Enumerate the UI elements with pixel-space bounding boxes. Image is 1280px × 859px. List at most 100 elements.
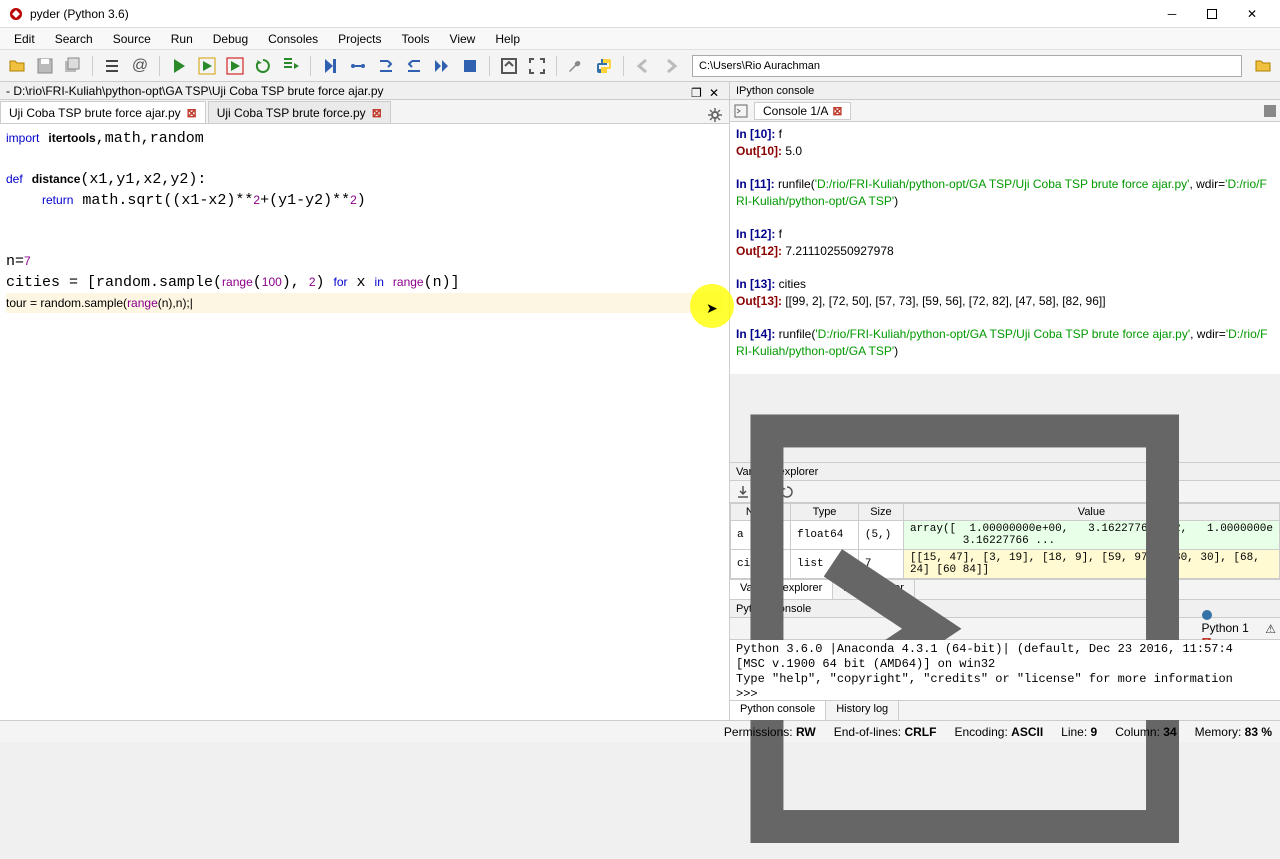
forward-icon [662, 57, 680, 75]
menu-consoles[interactable]: Consoles [258, 30, 328, 48]
python-console-pane: Python console Python 1 ⊠ ⚠ Python 3.6.0… [730, 599, 1280, 720]
maximize-button[interactable] [1192, 2, 1232, 26]
browse-button[interactable] [1250, 53, 1276, 79]
list-button[interactable] [99, 53, 125, 79]
ipython-pane-title: IPython console [730, 82, 1280, 100]
close-icon[interactable]: ⊠ [832, 104, 842, 118]
console-open-icon[interactable] [734, 104, 748, 118]
maximize-pane-button[interactable] [496, 53, 522, 79]
editor-pane: - D:\rio\FRI-Kuliah\python-opt\GA TSP\Uj… [0, 82, 730, 720]
menu-edit[interactable]: Edit [4, 30, 45, 48]
titlebar: pyder (Python 3.6) ─ ✕ [0, 0, 1280, 28]
menu-debug[interactable]: Debug [203, 30, 258, 48]
editor-tabs: Uji Coba TSP brute force ajar.py ⊠ Uji C… [0, 100, 729, 124]
workdir-input-wrap [692, 55, 1242, 77]
editor-file-path: - D:\rio\FRI-Kuliah\python-opt\GA TSP\Uj… [6, 82, 384, 100]
step-icon [349, 57, 367, 75]
close-icon[interactable]: ⊠ [372, 106, 382, 120]
rerun-button[interactable] [250, 53, 276, 79]
editor-tab-1[interactable]: Uji Coba TSP brute force ajar.py ⊠ [0, 101, 206, 123]
forward-button[interactable] [658, 53, 684, 79]
editor-tab-2-label: Uji Coba TSP brute force.py [217, 106, 366, 120]
menu-source[interactable]: Source [103, 30, 161, 48]
folder-open-icon [1254, 57, 1272, 75]
editor-tab-2[interactable]: Uji Coba TSP brute force.py ⊠ [208, 101, 391, 123]
app-icon [8, 6, 24, 22]
tab-python-console[interactable]: Python console [730, 701, 826, 720]
saveall-button[interactable] [60, 53, 86, 79]
save-button[interactable] [32, 53, 58, 79]
console-open-icon[interactable] [734, 398, 1195, 859]
python-icon [1201, 609, 1213, 621]
gear-icon[interactable] [707, 107, 723, 123]
step-out-button[interactable] [401, 53, 427, 79]
debug-icon [321, 57, 339, 75]
python-console[interactable]: Python 3.6.0 |Anaconda 4.3.1 (64-bit)| (… [730, 640, 1280, 700]
menu-tools[interactable]: Tools [392, 30, 440, 48]
menu-search[interactable]: Search [45, 30, 103, 48]
stop-button[interactable] [457, 53, 483, 79]
play-cell-next-icon [226, 57, 244, 75]
close-icon[interactable]: ⊠ [187, 106, 197, 120]
folder-icon [8, 57, 26, 75]
run-cell-advance-button[interactable] [222, 53, 248, 79]
maximize-icon [500, 57, 518, 75]
back-icon [634, 57, 652, 75]
pyconsole-tab-label: Python 1 [1201, 621, 1248, 635]
play-cell-icon [198, 57, 216, 75]
back-button[interactable] [630, 53, 656, 79]
toolbar: @ [0, 50, 1280, 82]
editor-path-bar: - D:\rio\FRI-Kuliah\python-opt\GA TSP\Uj… [0, 82, 729, 100]
right-pane: IPython console Console 1/A ⊠ In [10]: f… [730, 82, 1280, 720]
at-icon: @ [132, 57, 148, 75]
ipython-tab[interactable]: Console 1/A ⊠ [754, 102, 851, 120]
ipython-console[interactable]: In [10]: f Out[10]: 5.0 In [11]: runfile… [730, 122, 1280, 374]
at-button[interactable]: @ [127, 53, 153, 79]
fullscreen-icon [528, 57, 546, 75]
editor-tab-1-label: Uji Coba TSP brute force ajar.py [9, 106, 181, 120]
editor-close-icon[interactable]: ✕ [709, 84, 723, 98]
menu-run[interactable]: Run [161, 30, 203, 48]
reload-icon [254, 57, 272, 75]
python-icon [595, 57, 613, 75]
pyconsole-tabs: Python 1 ⊠ ⚠ [730, 618, 1280, 640]
ipython-tab-label: Console 1/A [763, 104, 828, 118]
menu-projects[interactable]: Projects [328, 30, 391, 48]
menu-view[interactable]: View [440, 30, 486, 48]
ipython-tabs: Console 1/A ⊠ [730, 100, 1280, 122]
pyconsole-bottom-tabs: Python console History log [730, 700, 1280, 720]
run-button[interactable] [166, 53, 192, 79]
continue-button[interactable] [429, 53, 455, 79]
fullscreen-button[interactable] [524, 53, 550, 79]
pythonpath-button[interactable] [591, 53, 617, 79]
play-icon [170, 57, 188, 75]
step-in-button[interactable] [373, 53, 399, 79]
step-out-icon [405, 57, 423, 75]
close-button[interactable]: ✕ [1232, 2, 1272, 26]
open-button[interactable] [4, 53, 30, 79]
editor-newwindow-icon[interactable]: ❐ [691, 84, 705, 98]
menu-help[interactable]: Help [485, 30, 530, 48]
stop-icon [461, 57, 479, 75]
preferences-button[interactable] [563, 53, 589, 79]
minimize-button[interactable]: ─ [1152, 2, 1192, 26]
debug-button[interactable] [317, 53, 343, 79]
run-sel-icon [282, 57, 300, 75]
window-title: pyder (Python 3.6) [30, 7, 1152, 21]
tab-history-log[interactable]: History log [826, 701, 899, 720]
save-icon [36, 57, 54, 75]
code-editor[interactable]: import itertools,math,random def distanc… [0, 124, 729, 720]
list-icon [103, 57, 121, 75]
run-cell-button[interactable] [194, 53, 220, 79]
wrench-icon [567, 57, 585, 75]
saveall-icon [64, 57, 82, 75]
warning-icon: ⚠ [1265, 622, 1276, 636]
step-in-icon [377, 57, 395, 75]
continue-icon [433, 57, 451, 75]
step-button[interactable] [345, 53, 371, 79]
run-selection-button[interactable] [278, 53, 304, 79]
kernel-indicator [1264, 105, 1276, 117]
workdir-input[interactable] [692, 55, 1242, 77]
menubar: Edit Search Source Run Debug Consoles Pr… [0, 28, 1280, 50]
cursor-icon: ➤ [706, 300, 718, 317]
